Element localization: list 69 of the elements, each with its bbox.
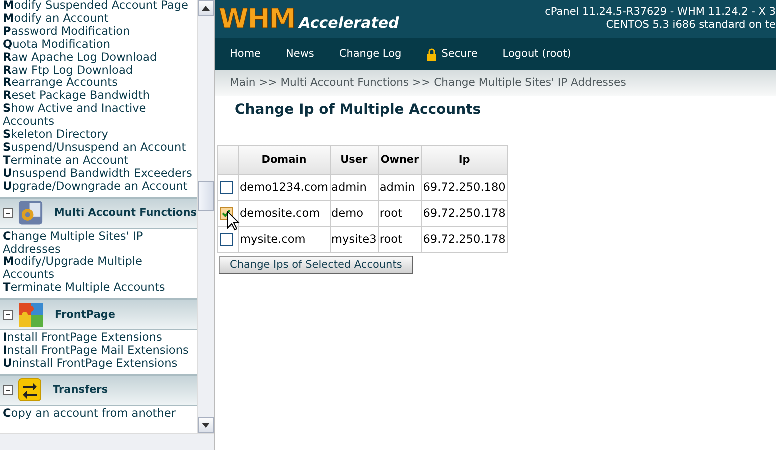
sidebar-link[interactable]: Upgrade/Downgrade an Account <box>3 180 195 194</box>
table-cell: admin <box>330 174 378 200</box>
table-cell: demo <box>330 200 378 226</box>
collapse-icon[interactable] <box>3 310 13 320</box>
sidebar-link[interactable]: Quota Modification <box>3 38 195 52</box>
lock-icon <box>426 48 437 60</box>
sidebar-link[interactable]: Terminate an Account <box>3 154 195 168</box>
table-cell: demosite.com <box>238 200 330 226</box>
row-checkbox[interactable] <box>220 181 233 194</box>
sidebar-link[interactable]: Install FrontPage Mail Extensions <box>3 345 195 358</box>
collapse-icon[interactable] <box>3 385 13 396</box>
sidebar-link[interactable]: Password Modification <box>3 26 195 39</box>
sidebar-link[interactable]: Raw Apache Log Download <box>3 52 195 65</box>
cursor-icon <box>227 211 240 231</box>
column-header: Domain <box>238 146 330 174</box>
caret-down-icon <box>202 422 210 428</box>
section-title: FrontPage <box>55 308 116 321</box>
sidebar-link[interactable]: Uninstall FrontPage Extensions <box>3 358 195 371</box>
scroll-down-button[interactable] <box>198 417 214 433</box>
table-cell: mysite3 <box>330 226 378 252</box>
version-info: cPanel 11.24.5-R37629 - WHM 11.24.2 - X 3 <box>545 6 776 19</box>
nav-link[interactable]: Secure <box>426 48 478 60</box>
nav-link[interactable]: News <box>286 48 314 60</box>
sidebar-link[interactable]: Copy an account from another <box>3 408 195 421</box>
scroll-up-button[interactable] <box>198 0 214 16</box>
nav-link[interactable]: Change Log <box>339 48 402 60</box>
table-cell: demo1234.com <box>238 174 330 200</box>
table-cell: mysite.com <box>238 226 330 252</box>
column-header: Owner <box>378 146 422 174</box>
sidebar-link[interactable]: Modify Suspended Account Page <box>3 0 195 13</box>
section-header[interactable]: Transfers <box>0 374 197 406</box>
table-cell: 69.72.250.180 <box>422 174 508 200</box>
sidebar-link[interactable]: Skeleton Directory <box>3 129 195 142</box>
sidebar-link[interactable]: Install FrontPage Extensions <box>3 332 195 346</box>
sidebar-link[interactable]: Modify an Account <box>3 12 195 26</box>
gear-icon <box>18 200 44 226</box>
table-cell: root <box>378 226 422 252</box>
column-header: User <box>330 146 378 174</box>
sidebar-link[interactable]: Raw Ftp Log Download <box>3 64 195 78</box>
section-title: Transfers <box>53 384 108 396</box>
transfer-arrows-icon <box>18 378 42 402</box>
submit-button[interactable]: Change Ips of Selected Accounts <box>219 256 414 274</box>
horizontal-scrollbar[interactable] <box>0 433 214 450</box>
nav-link[interactable]: Logout (root) <box>502 48 572 60</box>
sidebar-link[interactable]: Rearrange Accounts <box>3 77 195 90</box>
section-header[interactable]: FrontPage <box>0 298 197 330</box>
breadcrumb: Main >> Multi Account Functions >> Change Multiple Sites' IP Addresses <box>215 70 776 96</box>
logo-subtitle: Accelerated <box>299 14 400 34</box>
scroll-thumb[interactable] <box>198 181 214 211</box>
logo-text: WHM <box>219 4 296 34</box>
page-title: Change Ip of Multiple Accounts <box>235 102 482 118</box>
table-cell: 69.72.250.178 <box>422 226 508 252</box>
table-cell: root <box>378 200 422 226</box>
system-info: CENTOS 5.3 i686 standard on te <box>606 19 776 32</box>
sidebar-link[interactable]: Suspend/Unsuspend an Account <box>3 142 195 155</box>
caret-up-icon <box>202 6 210 10</box>
sidebar-link[interactable]: Terminate Multiple Accounts <box>3 282 195 296</box>
row-checkbox[interactable] <box>220 233 233 246</box>
table-cell: 69.72.250.178 <box>422 200 508 226</box>
collapse-icon[interactable] <box>3 208 13 218</box>
sidebar-link[interactable]: Reset Package Bandwidth <box>3 90 195 104</box>
nav-link[interactable]: Home <box>230 48 262 60</box>
vertical-scrollbar[interactable] <box>197 0 214 433</box>
section-header[interactable]: Multi Account Functions <box>0 196 197 229</box>
table-cell: admin <box>378 174 422 200</box>
section-title: Multi Account Functions <box>54 207 197 220</box>
puzzle-icon <box>18 302 44 328</box>
sidebar-link[interactable]: Unsuspend Bandwidth Exceeders <box>3 168 195 181</box>
column-header: Ip <box>422 146 508 174</box>
